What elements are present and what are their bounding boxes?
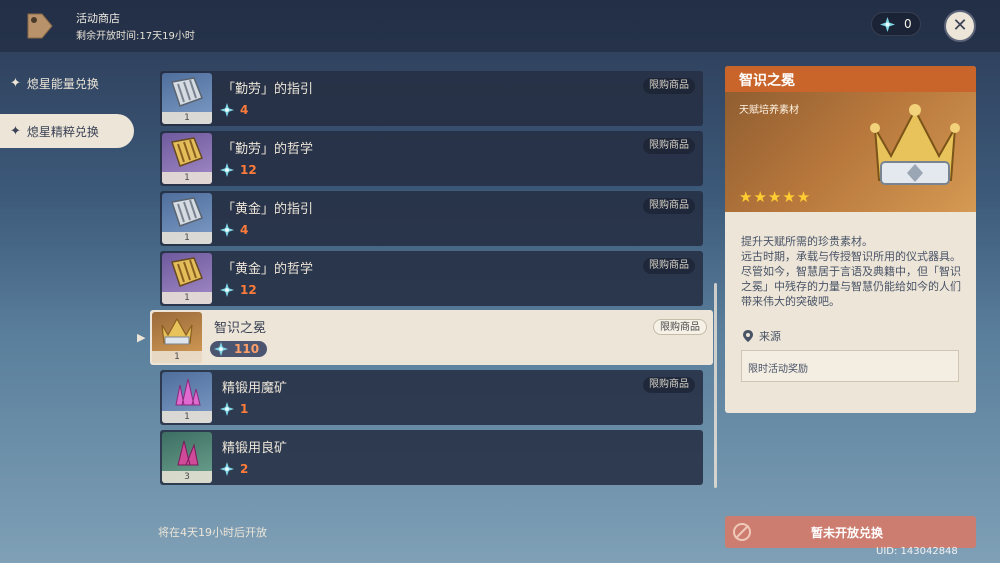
starglitter-icon	[220, 462, 234, 476]
limited-badge: 限购商品	[643, 78, 695, 94]
currency-value: 0	[904, 17, 912, 31]
price-value: 110	[234, 342, 260, 356]
ore-icon	[177, 440, 199, 466]
item-count: 1	[162, 112, 212, 124]
close-button[interactable]: ✕	[944, 10, 976, 42]
detail-header: 智识之冕 天赋培养素材 ★★★★★	[725, 66, 976, 212]
shop-title: 活动商店	[76, 12, 120, 25]
item-count: 1	[152, 351, 202, 363]
item-count: 1	[162, 411, 212, 423]
price-value: 4	[240, 103, 249, 117]
item-thumbnail: 1	[162, 253, 212, 304]
source-entry[interactable]: 限时活动奖励	[741, 350, 959, 382]
item-name: 精锻用良矿	[222, 441, 288, 456]
item-count: 1	[162, 172, 212, 184]
starglitter-icon	[220, 223, 234, 237]
detail-title: 智识之冕	[739, 73, 795, 89]
guide-book-icon	[171, 77, 203, 107]
price-value: 2	[240, 462, 249, 476]
price-value: 4	[240, 223, 249, 237]
limited-badge: 限购商品	[643, 198, 695, 214]
item-name: 「黄金」的哲学	[222, 262, 314, 277]
item-count: 1	[162, 232, 212, 244]
currency-counter[interactable]: 0	[871, 12, 921, 36]
guide-book-icon	[171, 197, 203, 227]
item-thumbnail: 3	[162, 432, 212, 483]
limited-badge: 限购商品	[643, 377, 695, 393]
starglitter-icon	[214, 342, 228, 356]
philosophy-book-icon	[171, 137, 203, 167]
item-thumbnail: 1	[162, 193, 212, 244]
exchange-button-label: 暂未开放兑换	[811, 526, 884, 540]
limited-badge: 限购商品	[643, 138, 695, 154]
starglitter-icon	[220, 402, 234, 416]
location-pin-icon	[743, 330, 753, 342]
price-tag-icon	[27, 13, 53, 39]
item-name: 「勤劳」的指引	[222, 82, 314, 97]
tab-label: 熄星能量兑换	[26, 76, 99, 91]
starglitter-icon	[220, 103, 234, 117]
sparkle-icon: ✦	[10, 123, 21, 139]
list-scrollbar[interactable]	[714, 283, 717, 488]
limited-badge: 限购商品	[653, 319, 707, 335]
item-thumbnail: 1	[162, 372, 212, 423]
item-price: 12	[220, 162, 257, 178]
shop-item-crown-of-insight[interactable]: 1 智识之冕 110 限购商品	[150, 310, 713, 365]
item-count: 3	[162, 471, 212, 483]
crown-icon	[161, 317, 193, 345]
shop-item-gold-philosophy[interactable]: 1 「黄金」的哲学 12 限购商品	[160, 251, 703, 306]
item-count: 1	[162, 292, 212, 304]
shop-item-diligence-guide[interactable]: 1 「勤劳」的指引 4 限购商品	[160, 71, 703, 126]
item-name: 「黄金」的指引	[222, 202, 314, 217]
item-name: 「勤劳」的哲学	[222, 142, 314, 157]
starglitter-icon	[220, 163, 234, 177]
sparkle-icon: ✦	[10, 75, 21, 91]
source-label-text: 来源	[759, 330, 781, 343]
item-detail-panel: 智识之冕 天赋培养素材 ★★★★★ 提升天赋所需的珍贵素材。 远古时期，承载与传…	[725, 66, 976, 413]
tab-starlight-essence[interactable]: ✦ 熄星精粹兑换	[0, 114, 134, 148]
limited-badge: 限购商品	[643, 258, 695, 274]
item-thumbnail: 1	[162, 73, 212, 124]
item-thumbnail: 1	[152, 312, 202, 363]
ore-icon	[175, 378, 201, 406]
item-name: 智识之冕	[214, 321, 267, 336]
selection-arrow-icon: ▶	[137, 331, 146, 344]
top-bar: 活动商店 剩余开放时间:17天19小时 0 ✕	[0, 0, 1000, 52]
item-price: 4	[220, 222, 248, 238]
starglitter-icon	[220, 283, 234, 297]
price-value: 12	[240, 163, 257, 177]
item-name: 精锻用魔矿	[222, 381, 288, 396]
item-price: 2	[220, 461, 248, 477]
opens-in-text: 将在4天19小时后开放	[158, 526, 267, 539]
disabled-icon	[733, 523, 751, 541]
crown-icon	[870, 104, 960, 185]
item-price: 4	[220, 102, 248, 118]
tab-label: 熄星精粹兑换	[26, 124, 99, 139]
detail-title-bar: 智识之冕	[725, 66, 976, 92]
tab-starlight-energy[interactable]: ✦ 熄星能量兑换	[0, 66, 140, 100]
exchange-button[interactable]: 暂未开放兑换	[725, 516, 976, 548]
item-price: 12	[220, 282, 257, 298]
shop-item-diligence-philosophy[interactable]: 1 「勤劳」的哲学 12 限购商品	[160, 131, 703, 186]
item-thumbnail: 1	[162, 133, 212, 184]
uid-text: UID: 143042848	[876, 546, 958, 557]
shop-item-mystic-ore[interactable]: 1 精锻用魔矿 1 限购商品	[160, 370, 703, 425]
detail-type: 天赋培养素材	[739, 105, 799, 116]
philosophy-book-icon	[171, 257, 203, 287]
shop-timer: 剩余开放时间:17天19小时	[76, 31, 195, 42]
price-value: 1	[240, 402, 249, 416]
shop-item-fine-ore[interactable]: 3 精锻用良矿 2	[160, 430, 703, 485]
detail-description: 提升天赋所需的珍贵素材。 远古时期，承载与传授智识所用的仪式器具。尽管如今，智慧…	[741, 235, 961, 308]
item-price: 1	[220, 401, 248, 417]
shop-item-gold-guide[interactable]: 1 「黄金」的指引 4 限购商品	[160, 191, 703, 246]
rarity-stars: ★★★★★	[739, 188, 812, 206]
item-price: 110	[210, 341, 268, 357]
starglitter-icon	[880, 17, 895, 32]
close-icon: ✕	[952, 15, 968, 36]
source-label: 来源	[743, 328, 781, 344]
price-value: 12	[240, 283, 257, 297]
